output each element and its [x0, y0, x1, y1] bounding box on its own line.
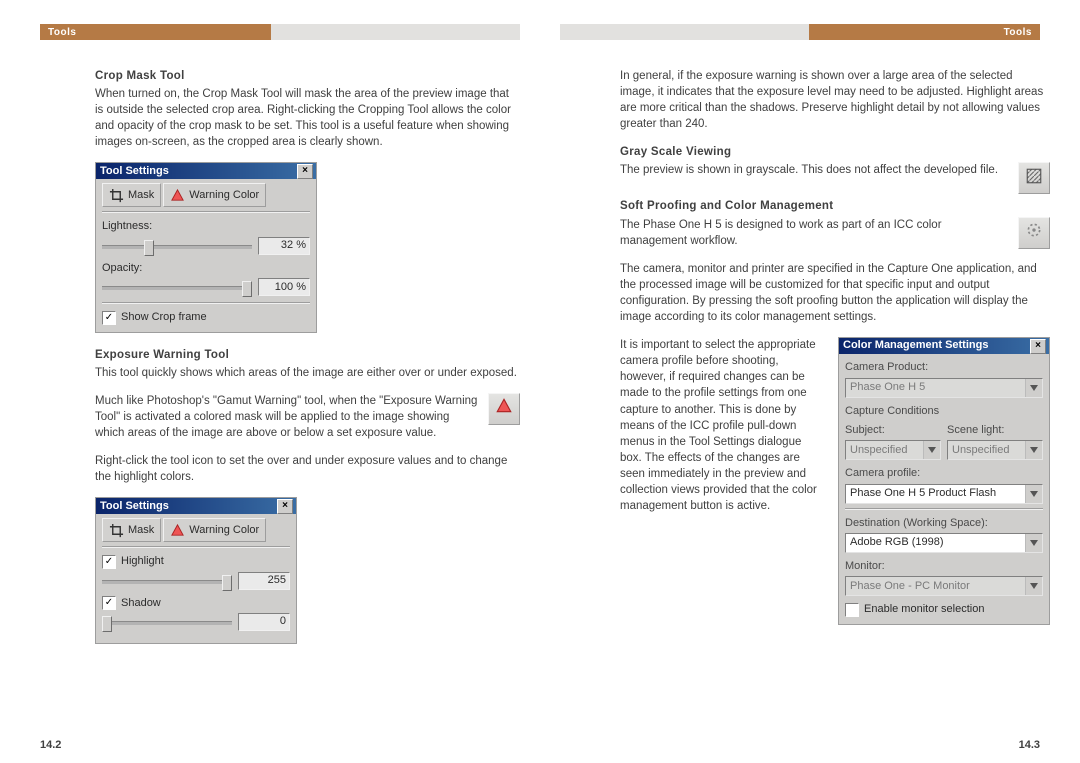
chevron-down-icon [923, 441, 940, 459]
page-number-left: 14.2 [40, 739, 520, 753]
dialog-title: Color Management Settings [843, 338, 988, 353]
subject-label: Subject: [845, 423, 941, 438]
tool-settings-dialog-exposure: Tool Settings × Mask [95, 497, 297, 644]
subject-value: Unspecified [850, 443, 923, 458]
destination-label: Destination (Working Space): [845, 516, 1043, 531]
header-label-left: Tools [40, 24, 271, 40]
show-crop-frame-checkbox[interactable]: ✓ [102, 311, 116, 325]
mask-button[interactable]: Mask [102, 183, 161, 207]
opacity-value[interactable]: 100 % [258, 278, 310, 296]
para-gray: The preview is shown in grayscale. This … [620, 162, 1008, 178]
lightness-value[interactable]: 32 % [258, 237, 310, 255]
dialog-titlebar[interactable]: Color Management Settings × [839, 338, 1049, 354]
camera-profile-dropdown[interactable]: Phase One H 5 Product Flash [845, 484, 1043, 504]
warning-triangle-icon [170, 523, 185, 538]
crop-icon [109, 523, 124, 538]
shadow-label: Shadow [121, 596, 161, 611]
highlight-checkbox[interactable]: ✓ [102, 555, 116, 569]
warning-triangle-icon [170, 188, 185, 203]
highlight-slider[interactable] [102, 572, 232, 590]
camera-product-value: Phase One H 5 [850, 380, 1025, 395]
dialog-title: Tool Settings [100, 164, 169, 179]
camera-product-dropdown[interactable]: Phase One H 5 [845, 378, 1043, 398]
grayscale-icon [1025, 167, 1043, 190]
chevron-down-icon [1025, 577, 1042, 595]
camera-profile-value: Phase One H 5 Product Flash [850, 486, 1025, 501]
close-icon[interactable]: × [297, 164, 313, 179]
capture-conditions-label: Capture Conditions [845, 404, 1043, 419]
heading-exposure-warning: Exposure Warning Tool [95, 347, 520, 363]
mask-button-label: Mask [128, 188, 154, 203]
opacity-label: Opacity: [102, 261, 310, 276]
chevron-down-icon [1025, 534, 1042, 552]
heading-soft-proofing: Soft Proofing and Color Management [620, 198, 1050, 214]
close-icon[interactable]: × [277, 499, 293, 514]
warning-color-label: Warning Color [189, 188, 259, 203]
scene-light-value: Unspecified [952, 443, 1025, 458]
header-label-right: Tools [809, 24, 1040, 40]
heading-grayscale: Gray Scale Viewing [620, 144, 1050, 160]
subject-dropdown[interactable]: Unspecified [845, 440, 941, 460]
grayscale-tool-button[interactable] [1018, 162, 1050, 194]
para-sp1: The Phase One H 5 is designed to work as… [620, 217, 1008, 249]
highlight-value[interactable]: 255 [238, 572, 290, 590]
warning-color-button[interactable]: Warning Color [163, 183, 266, 207]
shadow-slider[interactable] [102, 613, 232, 631]
para-exp3: Right-click the tool icon to set the ove… [95, 453, 520, 485]
scene-light-dropdown[interactable]: Unspecified [947, 440, 1043, 460]
mask-button-label: Mask [128, 523, 154, 538]
para-crop-mask: When turned on, the Crop Mask Tool will … [95, 86, 520, 150]
page-number-right: 14.3 [560, 739, 1040, 753]
mask-button[interactable]: Mask [102, 518, 161, 542]
para-sp2: The camera, monitor and printer are spec… [620, 261, 1050, 325]
color-management-settings-dialog: Color Management Settings × Camera Produ… [838, 337, 1050, 625]
dialog-titlebar[interactable]: Tool Settings × [96, 498, 296, 514]
heading-crop-mask: Crop Mask Tool [95, 68, 520, 84]
show-crop-frame-label: Show Crop frame [121, 310, 207, 325]
header-bar-right: Tools [560, 24, 1040, 40]
tool-settings-dialog-crop: Tool Settings × Mask [95, 162, 317, 332]
highlight-label: Highlight [121, 554, 164, 569]
warning-triangle-icon [495, 397, 513, 420]
para-exp-general: In general, if the exposure warning is s… [620, 68, 1050, 132]
para-sp3: It is important to select the appropriat… [620, 337, 820, 514]
monitor-label: Monitor: [845, 559, 1043, 574]
para-exp2: Much like Photoshop's "Gamut Warning" to… [95, 393, 478, 441]
chevron-down-icon [1025, 379, 1042, 397]
opacity-slider[interactable] [102, 278, 252, 296]
warning-color-button[interactable]: Warning Color [163, 518, 266, 542]
header-bar-left: Tools [40, 24, 520, 40]
para-exp1: This tool quickly shows which areas of t… [95, 365, 520, 381]
soft-proof-tool-button[interactable] [1018, 217, 1050, 249]
shadow-checkbox[interactable]: ✓ [102, 596, 116, 610]
camera-profile-label: Camera profile: [845, 466, 1043, 481]
crop-icon [109, 188, 124, 203]
chevron-down-icon [1025, 485, 1042, 503]
camera-product-label: Camera Product: [845, 360, 1043, 375]
lightness-label: Lightness: [102, 219, 310, 234]
destination-dropdown[interactable]: Adobe RGB (1998) [845, 533, 1043, 553]
dialog-title: Tool Settings [100, 499, 169, 514]
dialog-titlebar[interactable]: Tool Settings × [96, 163, 316, 179]
enable-monitor-label: Enable monitor selection [864, 602, 984, 617]
scene-light-label: Scene light: [947, 423, 1043, 438]
chevron-down-icon [1025, 441, 1042, 459]
soft-proof-icon [1025, 221, 1043, 244]
close-icon[interactable]: × [1030, 339, 1046, 354]
header-gray [271, 24, 520, 40]
warning-color-label: Warning Color [189, 523, 259, 538]
lightness-slider[interactable] [102, 237, 252, 255]
header-gray [560, 24, 809, 40]
destination-value: Adobe RGB (1998) [850, 535, 1025, 550]
exposure-warning-tool-button[interactable] [488, 393, 520, 425]
shadow-value[interactable]: 0 [238, 613, 290, 631]
monitor-value: Phase One - PC Monitor [850, 579, 1025, 594]
monitor-dropdown[interactable]: Phase One - PC Monitor [845, 576, 1043, 596]
enable-monitor-checkbox[interactable] [845, 603, 859, 617]
